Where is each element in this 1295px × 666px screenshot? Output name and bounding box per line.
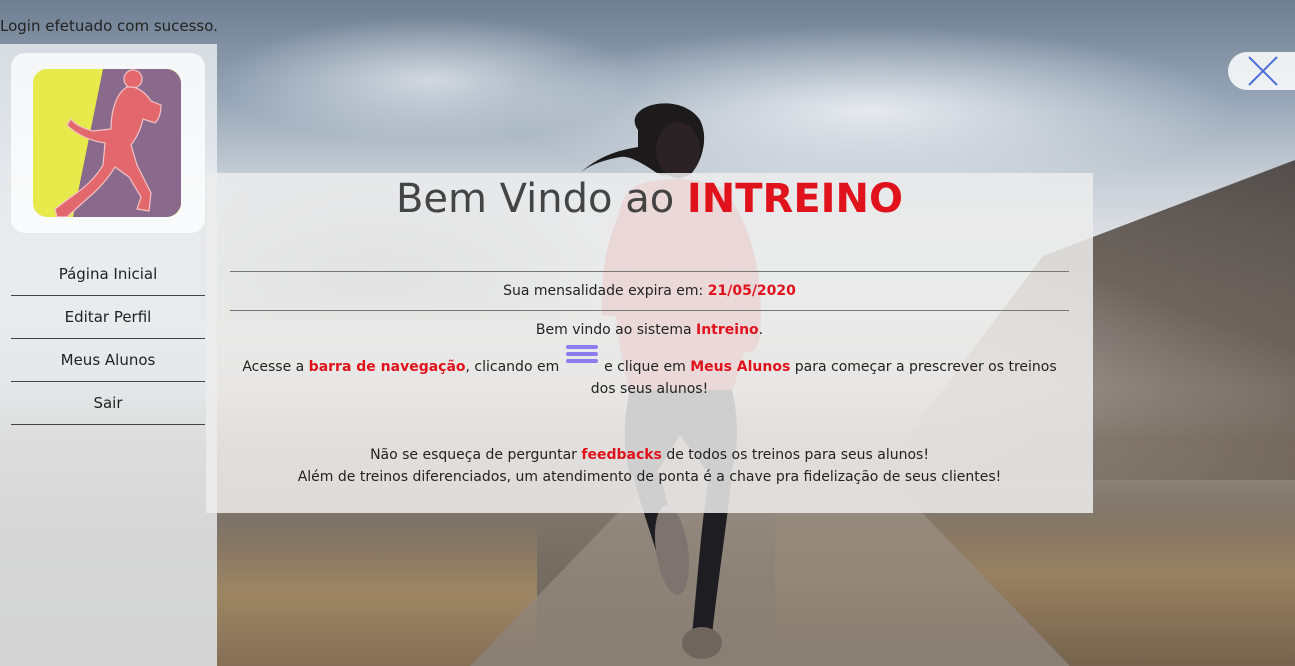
sidebar-item-sair[interactable]: Sair xyxy=(11,382,205,425)
instructions-prefix: Acesse a xyxy=(242,359,309,375)
sidebar-nav: Página Inicial Editar Perfil Meus Alunos… xyxy=(11,253,205,425)
runner-logo-icon xyxy=(33,69,181,217)
subscription-expiry: Sua mensalidade expira em: 21/05/2020 xyxy=(206,272,1093,310)
background-field-left xyxy=(217,520,537,666)
sidebar-item-editar-perfil[interactable]: Editar Perfil xyxy=(11,296,205,339)
close-icon xyxy=(1248,56,1278,86)
feedback-highlight: feedbacks xyxy=(581,447,662,463)
page-title: Bem Vindo ao INTREINO xyxy=(206,175,1093,223)
navigation-bar-highlight: barra de navegação xyxy=(308,359,466,375)
logo-card[interactable] xyxy=(11,53,205,233)
close-button[interactable] xyxy=(1228,52,1295,90)
feedback-suffix: de todos os treinos para seus alunos! xyxy=(661,447,929,463)
expiry-date: 21/05/2020 xyxy=(707,283,796,299)
expiry-label: Sua mensalidade expira em: xyxy=(503,283,708,299)
welcome-text-brand: Intreino xyxy=(696,322,759,338)
closing-line: Além de treinos diferenciados, um atendi… xyxy=(297,469,1002,485)
login-success-message: Login efetuado com sucesso. xyxy=(0,17,218,35)
page-title-prefix: Bem Vindo ao xyxy=(395,176,687,222)
sidebar: Página Inicial Editar Perfil Meus Alunos… xyxy=(0,44,217,666)
meus-alunos-highlight: Meus Alunos xyxy=(690,359,791,375)
sidebar-item-meus-alunos[interactable]: Meus Alunos xyxy=(11,339,205,382)
welcome-text: Bem vindo ao sistema Intreino. xyxy=(206,319,1093,341)
page-title-brand: INTREINO xyxy=(686,176,904,222)
navigation-instructions: Acesse a barra de navegação, clicando em… xyxy=(206,345,1093,400)
instructions-mid: , clicando em xyxy=(465,359,564,375)
sidebar-item-pagina-inicial[interactable]: Página Inicial xyxy=(11,253,205,296)
feedback-prefix: Não se esqueça de perguntar xyxy=(370,447,582,463)
feedback-reminder: Não se esqueça de perguntar feedbacks de… xyxy=(206,444,1093,466)
welcome-text-prefix: Bem vindo ao sistema xyxy=(535,322,696,338)
welcome-panel: Bem Vindo ao INTREINO Sua mensalidade ex… xyxy=(206,173,1093,513)
divider-bottom xyxy=(230,310,1069,311)
instructions-mid2: e clique em xyxy=(599,359,691,375)
hamburger-menu-icon[interactable] xyxy=(565,345,598,373)
welcome-text-suffix: . xyxy=(758,322,764,338)
